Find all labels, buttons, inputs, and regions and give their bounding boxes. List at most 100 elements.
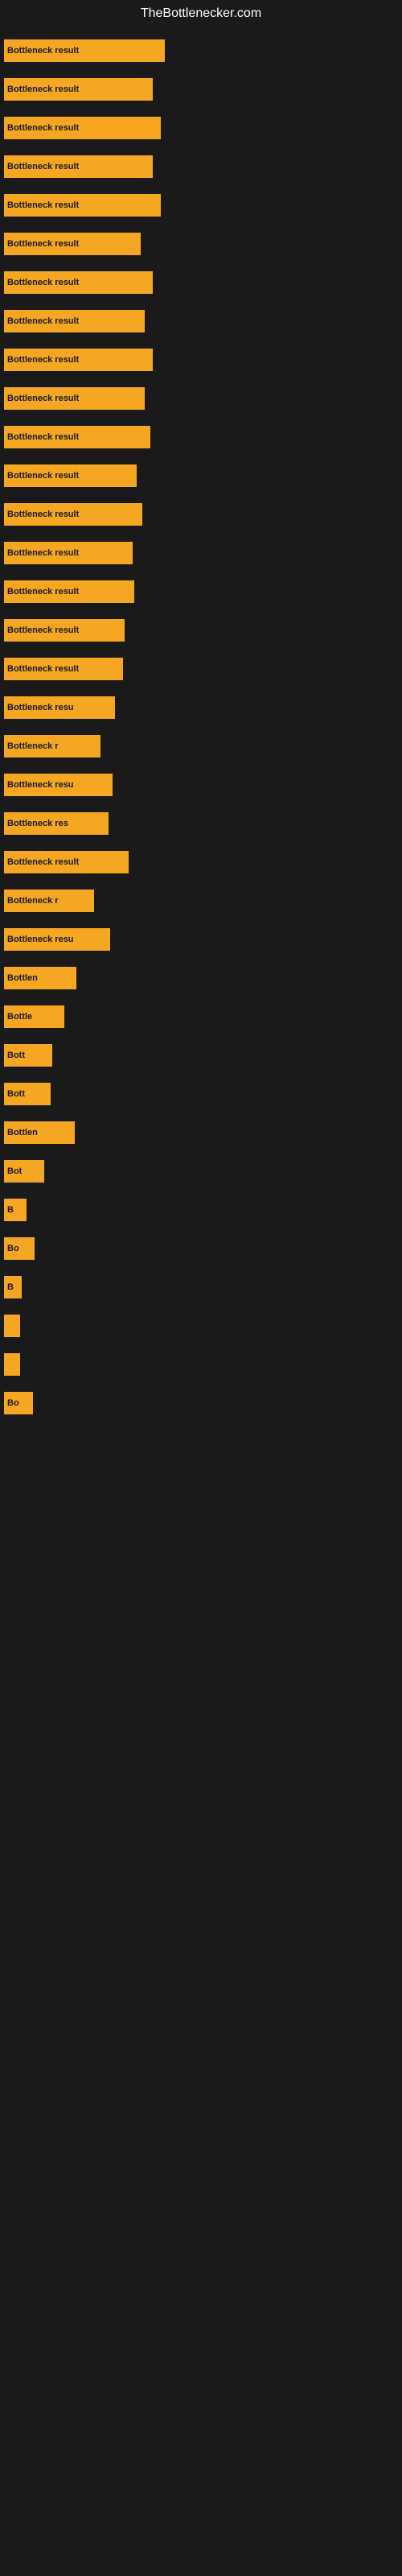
bar-row: Bottleneck result xyxy=(4,460,398,491)
bar-label: Bottleneck result xyxy=(7,162,79,171)
bar-row: Bottle xyxy=(4,1001,398,1032)
bar-label: Bottleneck result xyxy=(7,394,79,403)
bottleneck-bar: Bottleneck result xyxy=(4,542,133,564)
bottleneck-bar: Bottleneck result xyxy=(4,271,153,294)
bar-row xyxy=(4,1311,398,1341)
bottleneck-bar: Bottleneck result xyxy=(4,233,141,255)
bar-label: Bottleneck r xyxy=(7,896,59,906)
bars-container: Bottleneck result Bottleneck result Bottle… xyxy=(0,27,402,1435)
bar-row: Bottleneck resu xyxy=(4,692,398,723)
bar-label: Bo xyxy=(7,1244,19,1253)
bottleneck-bar: Bottleneck result xyxy=(4,310,145,332)
bar-label: Bottleneck result xyxy=(7,587,79,597)
bottleneck-bar: Bottleneck result xyxy=(4,194,161,217)
bottleneck-bar: Bottleneck r xyxy=(4,890,94,912)
bar-row: Bottleneck result xyxy=(4,847,398,877)
bar-row: Bottlen xyxy=(4,1117,398,1148)
bottleneck-bar: Bottleneck result xyxy=(4,155,153,178)
bar-label: Bott xyxy=(7,1089,25,1099)
bar-row: Bottleneck result xyxy=(4,383,398,414)
bar-label: B xyxy=(7,1282,14,1292)
bar-label: Bottleneck result xyxy=(7,625,79,635)
bar-row: Bottleneck r xyxy=(4,731,398,762)
bottleneck-bar: Bottleneck result xyxy=(4,426,150,448)
bottleneck-bar: Bottleneck result xyxy=(4,387,145,410)
bottleneck-bar: Bottleneck result xyxy=(4,39,165,62)
bar-row: Bott xyxy=(4,1079,398,1109)
site-title: TheBottlenecker.com xyxy=(0,0,402,27)
bar-label: Bottleneck resu xyxy=(7,780,74,790)
bar-row: Bottleneck resu xyxy=(4,770,398,800)
bottleneck-bar xyxy=(4,1315,20,1337)
bar-label: Bottleneck result xyxy=(7,355,79,365)
bar-label: Bot xyxy=(7,1166,22,1176)
bar-row: Bot xyxy=(4,1156,398,1187)
bar-label: Bottleneck result xyxy=(7,664,79,674)
bottleneck-bar: Bottle xyxy=(4,1005,64,1028)
bottleneck-bar: Bottleneck result xyxy=(4,349,153,371)
bar-row: Bottleneck result xyxy=(4,615,398,646)
bottleneck-bar xyxy=(4,1353,20,1376)
bar-row: Bottleneck result xyxy=(4,229,398,259)
bottleneck-bar: Bottleneck result xyxy=(4,658,123,680)
bar-row: B xyxy=(4,1195,398,1225)
bottleneck-bar: Bottleneck resu xyxy=(4,696,115,719)
bar-label: Bottlen xyxy=(7,1128,38,1137)
bottleneck-bar: Bottleneck resu xyxy=(4,774,113,796)
bar-row xyxy=(4,1349,398,1380)
bar-row: Bottleneck result xyxy=(4,267,398,298)
bottleneck-bar: Bottleneck resu xyxy=(4,928,110,951)
bottleneck-bar: Bottleneck result xyxy=(4,117,161,139)
bar-row: Bottleneck result xyxy=(4,499,398,530)
bottleneck-bar: Bott xyxy=(4,1044,52,1067)
bar-row: Bottleneck res xyxy=(4,808,398,839)
bar-label: Bottleneck result xyxy=(7,316,79,326)
bar-row: Bottleneck result xyxy=(4,151,398,182)
bar-label: Bottleneck result xyxy=(7,548,79,558)
bottleneck-bar: Bottleneck result xyxy=(4,580,134,603)
bar-label: Bottleneck result xyxy=(7,510,79,519)
bar-label: Bott xyxy=(7,1051,25,1060)
bar-label: Bottleneck result xyxy=(7,278,79,287)
bar-label: Bottleneck resu xyxy=(7,703,74,712)
bar-row: Bottleneck result xyxy=(4,538,398,568)
bar-label: Bottleneck resu xyxy=(7,935,74,944)
bar-row: Bottleneck result xyxy=(4,306,398,336)
bar-row: Bott xyxy=(4,1040,398,1071)
bar-label: B xyxy=(7,1205,14,1215)
bottleneck-bar: Bott xyxy=(4,1083,51,1105)
bottleneck-bar: Bottleneck result xyxy=(4,464,137,487)
bar-row: Bottleneck result xyxy=(4,654,398,684)
bar-label: Bottleneck result xyxy=(7,123,79,133)
bar-row: Bo xyxy=(4,1233,398,1264)
bar-row: Bottleneck result xyxy=(4,345,398,375)
bottleneck-bar: Bottleneck r xyxy=(4,735,100,758)
bottleneck-bar: Bottlen xyxy=(4,1121,75,1144)
bar-label: Bottleneck result xyxy=(7,471,79,481)
bar-row: Bottlen xyxy=(4,963,398,993)
bar-row: B xyxy=(4,1272,398,1302)
bar-row: Bottleneck result xyxy=(4,113,398,143)
bar-label: Bottleneck result xyxy=(7,857,79,867)
bar-label: Bo xyxy=(7,1398,19,1408)
bar-row: Bottleneck resu xyxy=(4,924,398,955)
bottleneck-bar: Bo xyxy=(4,1392,33,1414)
bottleneck-bar: Bottleneck result xyxy=(4,619,125,642)
bar-row: Bottleneck r xyxy=(4,886,398,916)
bar-label: Bottleneck r xyxy=(7,741,59,751)
bar-label: Bottleneck result xyxy=(7,239,79,249)
site-title-text: TheBottlenecker.com xyxy=(0,0,402,27)
bottleneck-bar: Bottleneck res xyxy=(4,812,109,835)
bar-row: Bottleneck result xyxy=(4,422,398,452)
bar-row: Bo xyxy=(4,1388,398,1418)
bar-label: Bottleneck result xyxy=(7,432,79,442)
bar-label: Bottleneck result xyxy=(7,200,79,210)
bar-row: Bottleneck result xyxy=(4,190,398,221)
bar-row: Bottleneck result xyxy=(4,35,398,66)
bar-label: Bottleneck result xyxy=(7,46,79,56)
bottleneck-bar: Bo xyxy=(4,1237,35,1260)
bottleneck-bar: Bot xyxy=(4,1160,44,1183)
bar-label: Bottleneck res xyxy=(7,819,68,828)
bar-label: Bottlen xyxy=(7,973,38,983)
bar-row: Bottleneck result xyxy=(4,576,398,607)
